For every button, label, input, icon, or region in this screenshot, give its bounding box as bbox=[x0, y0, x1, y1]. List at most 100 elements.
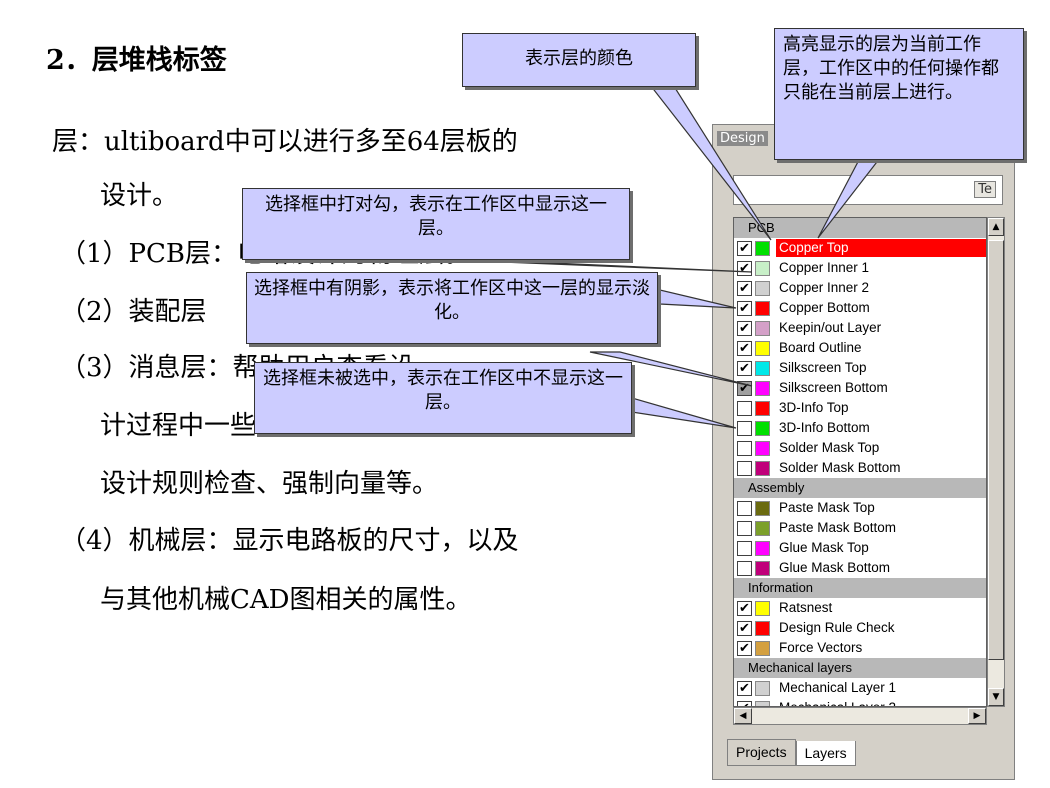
layer-color-swatch[interactable] bbox=[755, 440, 770, 456]
layer-color-swatch[interactable] bbox=[755, 380, 770, 396]
layer-color-swatch[interactable] bbox=[755, 240, 770, 256]
layer-row[interactable]: ✔ Copper Bottom bbox=[734, 298, 986, 318]
layer-visibility-checkbox[interactable]: ✔ bbox=[737, 360, 752, 376]
layer-visibility-checkbox[interactable]: ✔ bbox=[737, 300, 752, 316]
layer-color-swatch[interactable] bbox=[755, 620, 770, 636]
tab-projects[interactable]: Projects bbox=[727, 739, 796, 766]
layer-row[interactable]: Glue Mask Top bbox=[734, 538, 986, 558]
scroll-up-icon[interactable]: ▲ bbox=[988, 218, 1004, 236]
group-pcb[interactable]: PCB bbox=[734, 218, 986, 238]
vertical-scrollbar[interactable]: ▲ ▼ bbox=[987, 217, 1005, 707]
layer-label: Paste Mask Bottom bbox=[779, 520, 897, 535]
item-mechanical-layer-cont: 与其他机械CAD图相关的属性。 bbox=[100, 585, 472, 615]
group-assembly[interactable]: Assembly bbox=[734, 478, 986, 498]
layer-row[interactable]: ✔ Board Outline bbox=[734, 338, 986, 358]
layer-label: Solder Mask Bottom bbox=[779, 460, 901, 475]
layer-label: Glue Mask Bottom bbox=[779, 560, 891, 575]
layer-visibility-checkbox[interactable]: ✔ bbox=[737, 280, 752, 296]
layer-color-swatch[interactable] bbox=[755, 640, 770, 656]
scroll-thumb[interactable] bbox=[988, 240, 1004, 660]
layer-color-swatch[interactable] bbox=[755, 560, 770, 576]
layer-visibility-checkbox[interactable]: ✔ bbox=[737, 320, 752, 336]
layer-label: Mechanical Layer 2 bbox=[776, 699, 899, 706]
layer-color-swatch[interactable] bbox=[755, 300, 770, 316]
layer-row[interactable]: ✔Mechanical Layer 2 bbox=[734, 698, 986, 706]
layer-label: Mechanical Layer 1 bbox=[779, 680, 897, 695]
layer-row[interactable]: Paste Mask Bottom bbox=[734, 518, 986, 538]
layer-label: Board Outline bbox=[779, 340, 862, 355]
layer-label: Design Rule Check bbox=[779, 620, 895, 635]
layer-color-swatch[interactable] bbox=[755, 280, 770, 296]
layer-row[interactable]: ✔ Silkscreen Bottom bbox=[734, 378, 986, 398]
layer-visibility-checkbox[interactable]: ✔ bbox=[737, 240, 752, 256]
intro-line-1: 层：ultiboard中可以进行多至64层板的 bbox=[52, 127, 518, 157]
item-info-layer-cont-2: 设计规则检查、强制向量等。 bbox=[100, 469, 439, 499]
layer-visibility-checkbox[interactable] bbox=[737, 520, 752, 536]
layer-visibility-checkbox[interactable]: ✔ bbox=[737, 260, 752, 276]
layer-label: Glue Mask Top bbox=[779, 540, 869, 555]
layer-label: Copper Bottom bbox=[779, 300, 870, 315]
scroll-right-icon[interactable]: ▶ bbox=[968, 708, 986, 724]
layer-visibility-checkbox[interactable] bbox=[737, 540, 752, 556]
layer-label: Keepin/out Layer bbox=[779, 320, 882, 335]
slide-title: 2．层堆栈标签 bbox=[46, 45, 227, 76]
layer-color-swatch[interactable] bbox=[755, 260, 770, 276]
layer-row[interactable]: ✔ Copper Inner 2 bbox=[734, 278, 986, 298]
layer-color-swatch[interactable] bbox=[755, 420, 770, 436]
layer-row[interactable]: ✔ Ratsnest bbox=[734, 598, 986, 618]
layer-row[interactable]: Paste Mask Top bbox=[734, 498, 986, 518]
callout-shaded: 选择框中有阴影，表示将工作区中这一层的显示淡化。 bbox=[246, 272, 658, 344]
layer-color-swatch[interactable] bbox=[755, 680, 770, 696]
layer-visibility-checkbox[interactable] bbox=[737, 440, 752, 456]
layer-visibility-checkbox[interactable] bbox=[737, 560, 752, 576]
group-mechanical[interactable]: Mechanical layers bbox=[734, 658, 986, 678]
callout-layer-color: 表示层的颜色 bbox=[462, 33, 696, 87]
callout-active-layer: 高亮显示的层为当前工作层，工作区中的任何操作都只能在当前层上进行。 bbox=[774, 28, 1024, 160]
layer-visibility-checkbox[interactable]: ✔ bbox=[737, 600, 752, 616]
layer-color-swatch[interactable] bbox=[755, 520, 770, 536]
layer-row[interactable]: Solder Mask Bottom bbox=[734, 458, 986, 478]
layer-row[interactable]: ✔ Force Vectors bbox=[734, 638, 986, 658]
tab-layers[interactable]: Layers bbox=[795, 741, 856, 766]
layer-row[interactable]: ✔ Copper Top bbox=[734, 238, 986, 258]
layer-color-swatch[interactable] bbox=[755, 540, 770, 556]
layer-visibility-checkbox[interactable] bbox=[737, 500, 752, 516]
layer-color-swatch[interactable] bbox=[755, 500, 770, 516]
layer-visibility-checkbox[interactable] bbox=[737, 400, 752, 416]
layer-label: Copper Top bbox=[776, 239, 986, 257]
layer-label: 3D-Info Bottom bbox=[779, 420, 870, 435]
layer-visibility-checkbox[interactable]: ✔ bbox=[737, 340, 752, 356]
layer-row[interactable]: 3D-Info Bottom bbox=[734, 418, 986, 438]
layer-row[interactable]: ✔ Copper Inner 1 bbox=[734, 258, 986, 278]
layer-color-swatch[interactable] bbox=[755, 600, 770, 616]
layer-color-swatch[interactable] bbox=[755, 400, 770, 416]
horizontal-scrollbar[interactable]: ◀ ▶ bbox=[733, 707, 987, 725]
panel-tabs: Projects Layers bbox=[727, 739, 856, 766]
layer-visibility-checkbox[interactable]: ✔ bbox=[737, 680, 752, 696]
layer-color-swatch[interactable] bbox=[755, 340, 770, 356]
scroll-down-icon[interactable]: ▼ bbox=[988, 688, 1004, 706]
layer-visibility-checkbox[interactable]: ✔ bbox=[737, 380, 752, 396]
item-mechanical-layer: （4）机械层：显示电路板的尺寸，以及 bbox=[60, 526, 519, 556]
group-information[interactable]: Information bbox=[734, 578, 986, 598]
layer-color-swatch[interactable] bbox=[755, 360, 770, 376]
layer-visibility-checkbox[interactable] bbox=[737, 420, 752, 436]
layer-label: Solder Mask Top bbox=[779, 440, 880, 455]
panel-top-tab[interactable]: Te bbox=[974, 181, 996, 198]
layer-color-swatch[interactable] bbox=[755, 460, 770, 476]
layer-row[interactable]: 3D-Info Top bbox=[734, 398, 986, 418]
layer-visibility-checkbox[interactable] bbox=[737, 460, 752, 476]
layer-label: Copper Inner 2 bbox=[779, 280, 870, 295]
panel-title: Design bbox=[717, 131, 768, 146]
layer-row[interactable]: ✔ Keepin/out Layer bbox=[734, 318, 986, 338]
layer-row[interactable]: Solder Mask Top bbox=[734, 438, 986, 458]
layer-row[interactable]: ✔ Mechanical Layer 1 bbox=[734, 678, 986, 698]
layer-row[interactable]: Glue Mask Bottom bbox=[734, 558, 986, 578]
layer-visibility-checkbox[interactable]: ✔ bbox=[737, 640, 752, 656]
layer-row[interactable]: ✔ Silkscreen Top bbox=[734, 358, 986, 378]
layer-row[interactable]: ✔ Design Rule Check bbox=[734, 618, 986, 638]
layer-color-swatch[interactable] bbox=[755, 320, 770, 336]
layer-visibility-checkbox[interactable]: ✔ bbox=[737, 620, 752, 636]
layer-label: Ratsnest bbox=[779, 600, 833, 615]
scroll-left-icon[interactable]: ◀ bbox=[734, 708, 752, 724]
